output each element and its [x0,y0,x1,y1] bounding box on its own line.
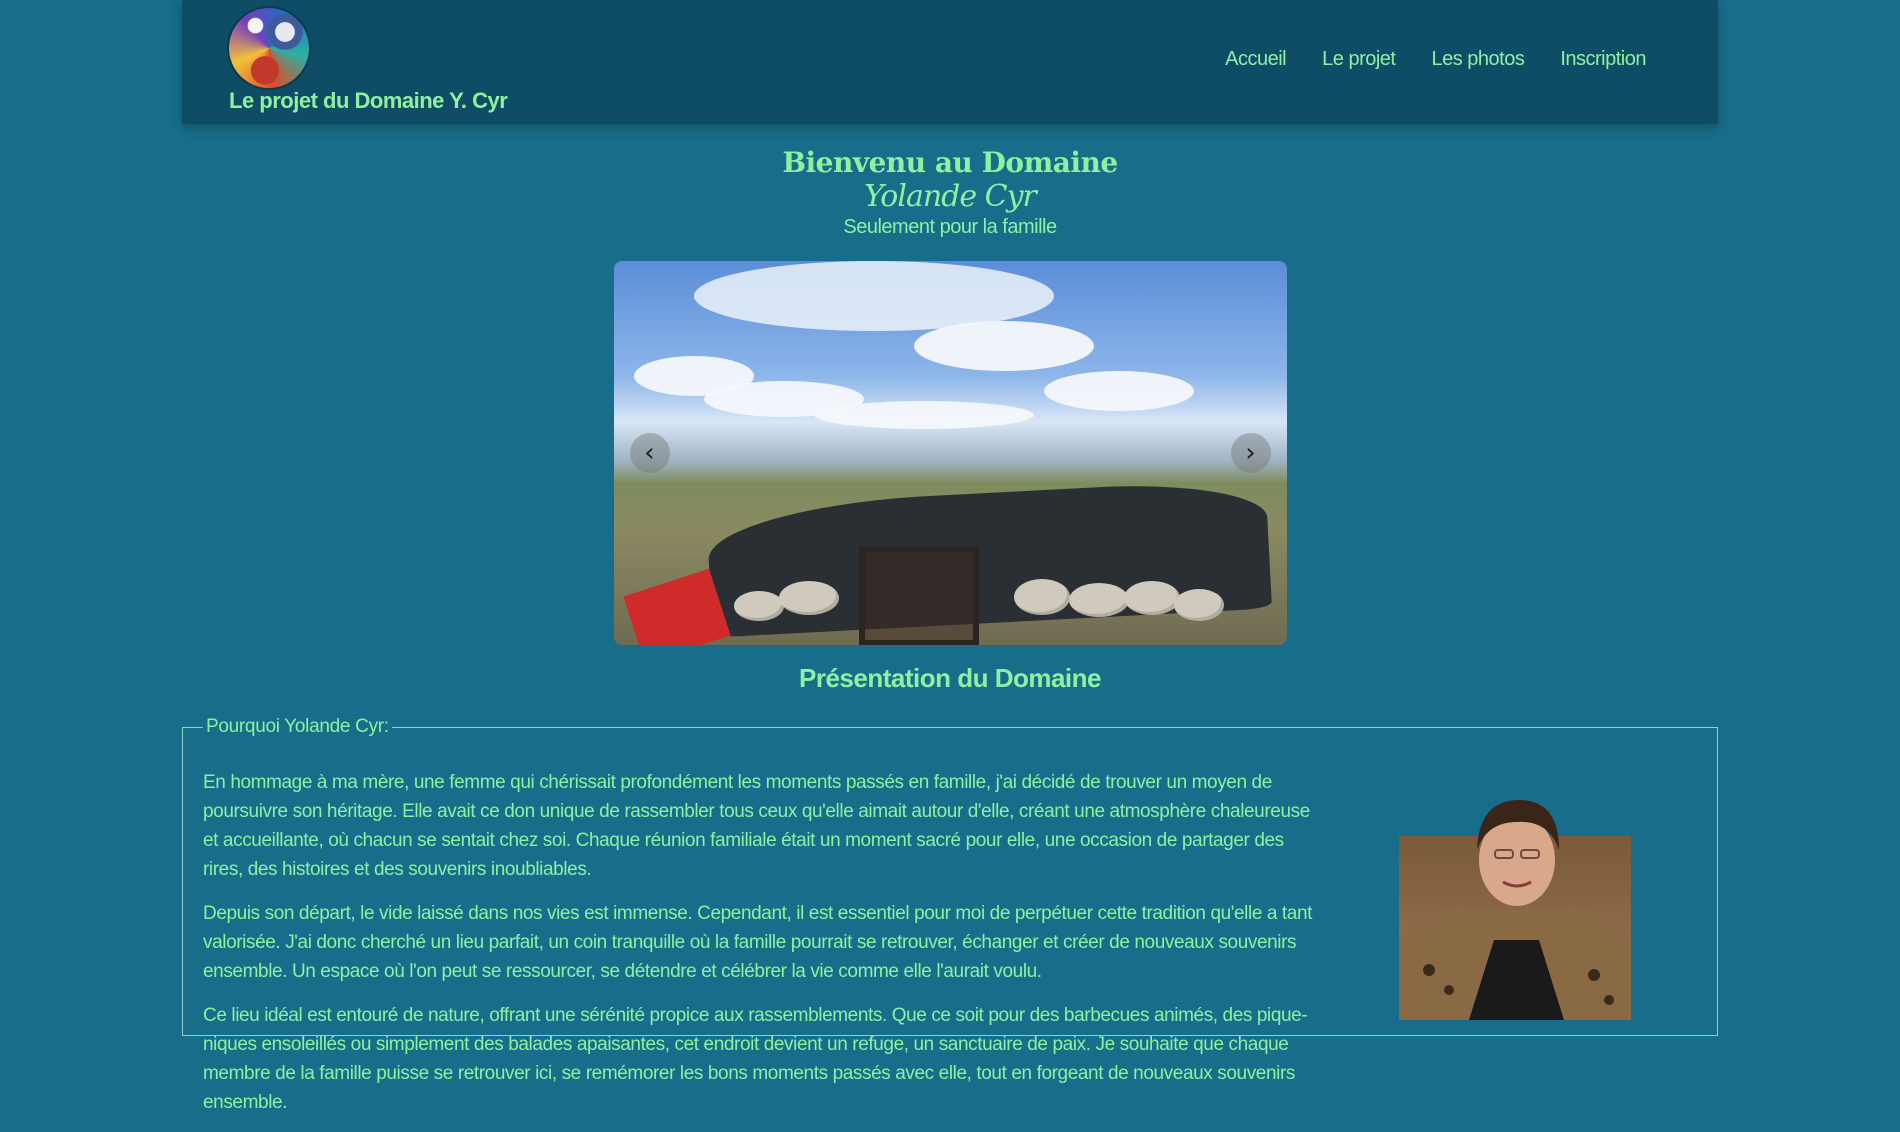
carousel-image-rock [1123,581,1180,615]
chevron-right-icon: › [1245,438,1256,468]
carousel-image-rock [1013,579,1070,615]
carousel-image-rock [778,581,839,615]
carousel-image-rock [1068,583,1129,617]
paragraph: Ce lieu idéal est entouré de nature, off… [203,1005,1308,1113]
carousel-image-cloud [693,261,1054,331]
nav-les-photos[interactable]: Les photos [1431,48,1524,71]
carousel-image-firepit [858,546,979,645]
presentation-title: Présentation du Domaine [799,663,1102,693]
carousel-next-button[interactable]: › [1230,433,1271,473]
site-title[interactable]: Le projet du Domaine Y. Cyr [229,88,508,114]
photo-carousel[interactable]: ‹ › [613,261,1287,645]
paragraph: En hommage à ma mère, une femme qui chér… [203,772,1310,880]
carousel-image-cloud [813,401,1034,429]
brand[interactable] [229,8,309,88]
page-container: Le projet du Domaine Y. Cyr Accueil Le p… [182,0,1718,1113]
presentation-fieldset: Pourquoi Yolande Cyr: En hommage à ma mè… [182,716,1718,1113]
presentation-text: En hommage à ma mère, une femme qui chér… [203,738,1323,1132]
main-nav: Accueil Le projet Les photos Inscription [1225,48,1646,71]
carousel-image-cloud [1043,371,1194,411]
site-logo[interactable] [229,8,309,88]
carousel-image-rock [733,591,784,621]
paragraph: Depuis son départ, le vide laissé dans n… [203,903,1313,982]
hero: Bienvenu au Domaine Yolande Cyr Seulemen… [182,146,1718,239]
top-navbar: Le projet du Domaine Y. Cyr Accueil Le p… [182,0,1718,124]
carousel-prev-button[interactable]: ‹ [629,433,670,473]
portrait-photo [1399,790,1631,1020]
hero-name-script: Yolande Cyr [864,179,1037,214]
hero-title: Bienvenu au Domaine [782,146,1118,179]
chevron-left-icon: ‹ [644,438,655,468]
nav-le-projet[interactable]: Le projet [1322,48,1396,71]
nav-accueil[interactable]: Accueil [1225,48,1286,71]
portrait-illustration [1399,800,1631,1020]
presentation-legend: Pourquoi Yolande Cyr: [206,716,389,737]
carousel-image-rock [1173,589,1224,621]
nav-inscription[interactable]: Inscription [1560,48,1646,71]
hero-tagline: Seulement pour la famille [843,216,1057,238]
